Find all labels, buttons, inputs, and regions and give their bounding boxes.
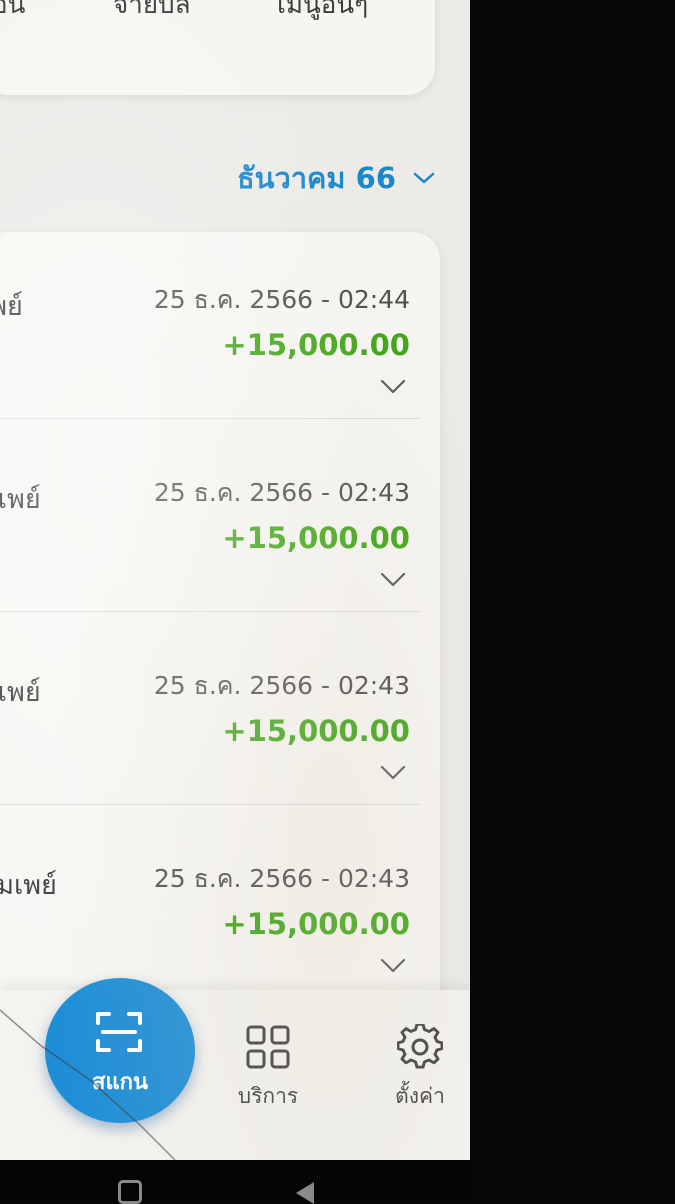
- transaction-date: 25 ธ.ค. 2566 - 02:43: [153, 478, 410, 507]
- transaction-amount: +15,000.00: [222, 328, 410, 362]
- transaction-row[interactable]: อมเพย์ 25 ธ.ค. 2566 - 02:43 +15,000.00: [0, 811, 420, 997]
- nav-settings[interactable]: ตั้งค่า: [365, 1024, 470, 1113]
- transaction-date: 25 ธ.ค. 2566 - 02:44: [153, 285, 410, 314]
- expand-chevron-icon[interactable]: [380, 378, 406, 396]
- transaction-name: มเพย์: [0, 677, 41, 708]
- scan-label: สแกน: [92, 1070, 148, 1095]
- transaction-date: 25 ธ.ค. 2566 - 02:43: [153, 671, 410, 700]
- transaction-date: 25 ธ.ค. 2566 - 02:43: [153, 864, 410, 893]
- month-label: ธันวาคม 66: [236, 161, 396, 195]
- expand-chevron-icon[interactable]: [380, 571, 406, 589]
- nav-settings-label: ตั้งค่า: [395, 1084, 445, 1108]
- month-selector[interactable]: ธันวาคม 66: [237, 155, 436, 201]
- scan-button[interactable]: สแกน: [45, 978, 195, 1123]
- back-icon[interactable]: [296, 1182, 314, 1204]
- nav-services[interactable]: บริการ: [213, 1024, 323, 1113]
- gear-icon: [397, 1024, 443, 1069]
- transaction-row[interactable]: มเพย์ 25 ธ.ค. 2566 - 02:43 +15,000.00: [0, 618, 420, 805]
- scan-frame-icon: [96, 1012, 142, 1052]
- grid-icon: [246, 1025, 290, 1069]
- transaction-name: มเพย์: [0, 484, 41, 515]
- transaction-name: เพย์: [0, 291, 23, 322]
- menu-item-pay-bill[interactable]: จ่ายบิล: [113, 0, 191, 25]
- app-screen: อน จ่ายบิล เมนูอื่นๆ ธันวาคม 66 เพย์ 25 …: [0, 0, 470, 1160]
- transaction-row[interactable]: มเพย์ 25 ธ.ค. 2566 - 02:43 +15,000.00: [0, 425, 420, 612]
- transaction-name: อมเพย์: [0, 870, 57, 901]
- transaction-row[interactable]: เพย์ 25 ธ.ค. 2566 - 02:44 +15,000.00: [0, 232, 420, 419]
- menu-item-partial[interactable]: อน: [0, 0, 25, 25]
- menu-item-other-menu[interactable]: เมนูอื่นๆ: [277, 0, 368, 25]
- transaction-amount: +15,000.00: [222, 714, 410, 748]
- expand-chevron-icon[interactable]: [380, 957, 406, 975]
- chevron-down-icon: [413, 172, 435, 184]
- transaction-amount: +15,000.00: [222, 521, 410, 555]
- expand-chevron-icon[interactable]: [380, 764, 406, 782]
- system-nav-bar: [0, 1160, 470, 1200]
- home-icon[interactable]: [118, 1180, 142, 1204]
- nav-services-label: บริการ: [237, 1084, 299, 1108]
- top-menu-card: อน จ่ายบิล เมนูอื่นๆ: [0, 0, 435, 95]
- transaction-amount: +15,000.00: [222, 907, 410, 941]
